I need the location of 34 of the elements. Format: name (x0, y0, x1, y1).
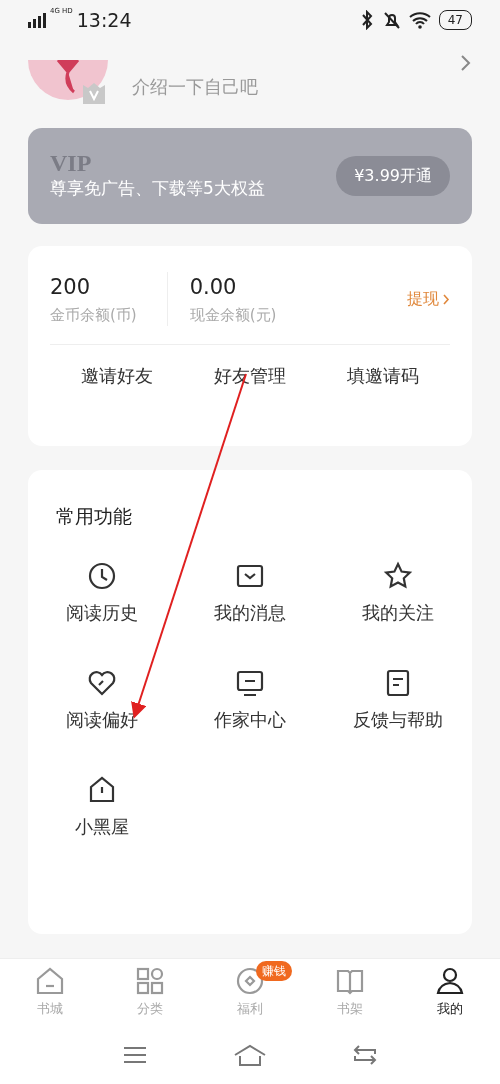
chevron-icon[interactable] (460, 54, 472, 72)
home-icon[interactable] (233, 1044, 267, 1066)
clock-icon (87, 560, 117, 591)
feature-item[interactable]: 我的关注 (324, 560, 472, 626)
grid-icon (135, 966, 165, 997)
feature-item[interactable]: 阅读偏好 (28, 667, 176, 733)
wifi-icon (408, 11, 431, 29)
home-icon (35, 966, 65, 997)
nav-tab[interactable]: 我的 (400, 959, 500, 1026)
balance-label: 现金余额(元) (189, 304, 277, 326)
chevron-icon (443, 293, 450, 305)
balance-label: 金币余额(币) (50, 304, 137, 326)
vip-badge-icon (82, 82, 106, 104)
menu-icon[interactable] (123, 1046, 147, 1064)
wallet-action[interactable]: 邀请好友 (50, 361, 184, 390)
bell-muted-icon (382, 10, 401, 30)
balance-amount: 0.00 (189, 274, 238, 301)
star-icon (383, 560, 413, 591)
house-icon (87, 774, 117, 805)
wallet-action[interactable]: 填邀请码 (316, 361, 450, 390)
vip-subtitle: 尊享免广告、下载等5大权益 (50, 177, 265, 201)
feature-item[interactable]: 我的消息 (176, 560, 324, 626)
profile-bio: 介绍一下自己吧 (132, 74, 258, 99)
battery-level: 47 (438, 10, 472, 30)
feature-item[interactable]: 阅读历史 (28, 560, 176, 626)
feature-item[interactable]: 反馈与帮助 (324, 667, 472, 733)
feature-item[interactable]: 作家中心 (176, 667, 324, 733)
feature-item[interactable]: 小黑屋 (28, 774, 176, 840)
clock: 13:24 (76, 7, 132, 33)
signal-icon (28, 12, 46, 28)
section-title: 常用功能 (55, 504, 133, 529)
badge-label: 赚钱 (256, 961, 292, 981)
person-icon (435, 966, 465, 997)
balance-amount: 200 (50, 274, 92, 301)
